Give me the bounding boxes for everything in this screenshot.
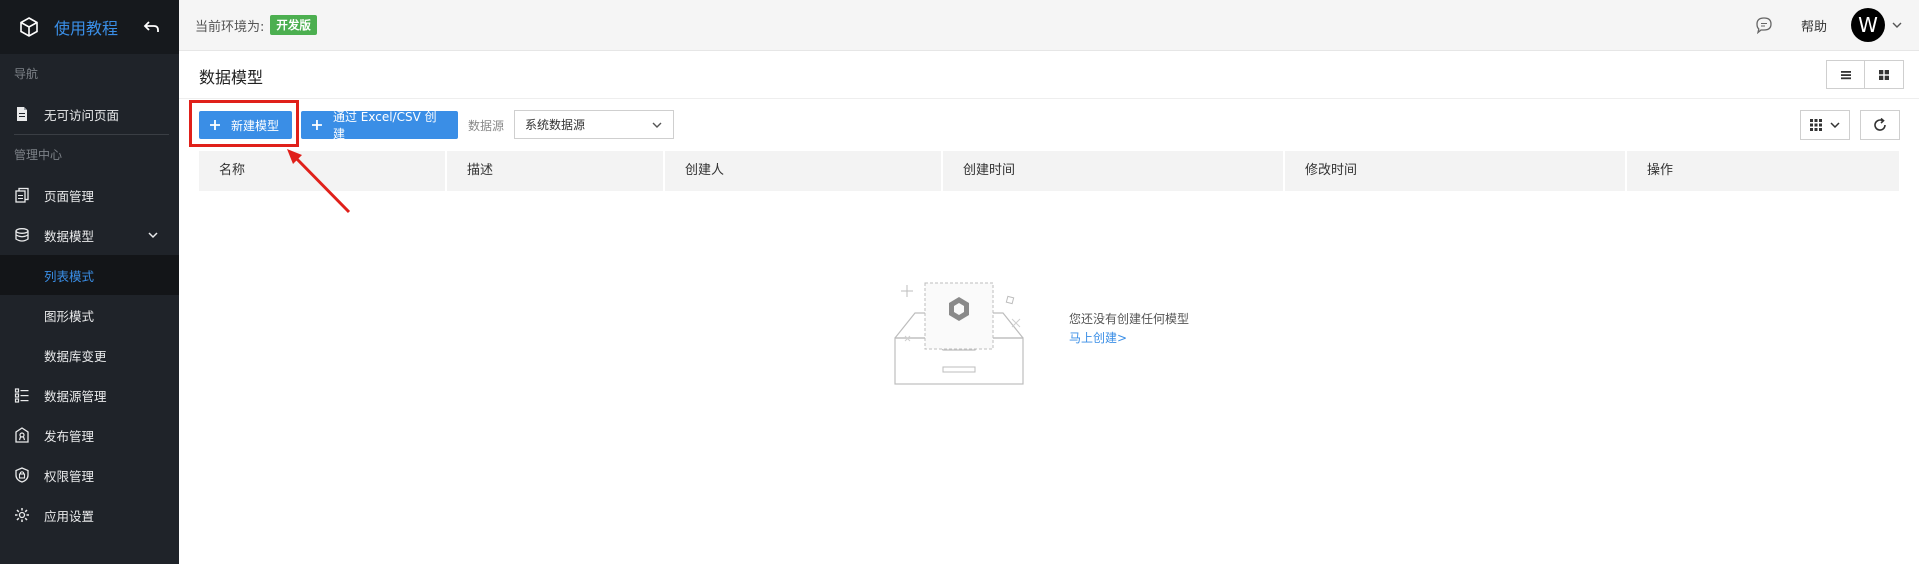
column-header-creator[interactable]: 创建人 [665,151,943,191]
chevron-down-icon [1830,122,1840,129]
file-icon [17,107,27,121]
sidebar-item-data-model[interactable]: 数据模型 [0,215,179,255]
sidebar-item-pages[interactable]: 页面管理 [0,175,179,215]
column-header-modified-time[interactable]: 修改时间 [1285,151,1627,191]
top-right-actions: 帮助 W [1755,8,1903,42]
list-view-button[interactable] [1826,60,1865,89]
shield-icon [15,467,29,483]
list-icon [1840,70,1851,79]
annotation-arrow [287,149,351,214]
sidebar: 使用教程 导航 无可访问页面 管理中心 页面管理 数据模型 列表模式 图形模式 … [0,0,179,564]
sidebar-subitem-db-changes[interactable]: 数据库变更 [0,335,179,375]
datasource-value: 系统数据源 [525,118,586,132]
sidebar-item-permissions[interactable]: 权限管理 [0,455,179,495]
chevron-down-icon[interactable] [147,229,159,241]
sidebar-subitem-graph-mode[interactable]: 图形模式 [0,295,179,335]
top-bar: 当前环境为: 开发版 帮助 W [179,0,1919,51]
table-header: 名称 描述 创建人 创建时间 修改时间 操作 [199,151,1899,191]
empty-box-illustration [894,282,1024,385]
sidebar-item-settings[interactable]: 应用设置 [0,495,179,535]
sidebar-item-publish[interactable]: 发布管理 [0,415,179,455]
view-toggle [1826,60,1904,89]
sidebar-group-admin: 管理中心 [14,148,63,162]
column-header-actions: 操作 [1647,163,1674,178]
chat-icon[interactable] [1755,16,1773,34]
env-label: 当前环境为: [195,19,265,35]
sidebar-item-no-access[interactable]: 无可访问页面 [0,94,179,134]
empty-state-message: 您还没有创建任何模型 [1069,312,1190,326]
sidebar-item-label: 发布管理 [44,428,95,444]
import-label: 通过 Excel/CSV 创建 [332,110,437,141]
apps-grid-icon [1810,119,1822,131]
refresh-icon [1874,117,1886,131]
sidebar-item-datasource[interactable]: 数据源管理 [0,375,179,415]
chevron-down-icon [652,122,662,128]
sidebar-item-label: 页面管理 [44,188,95,204]
chevron-down-icon[interactable] [1891,19,1903,31]
env-badge: 开发版 [270,15,317,35]
datasource-icon [14,388,29,403]
app-title[interactable]: 使用教程 [54,15,143,39]
avatar[interactable]: W [1851,8,1885,42]
pages-icon [15,187,29,203]
sidebar-header: 使用教程 [0,0,179,54]
plus-icon [311,120,322,130]
datasource-label: 数据源 [468,119,505,133]
refresh-button[interactable] [1860,110,1900,140]
column-header-description[interactable]: 描述 [447,151,665,191]
cube-logo-icon [20,17,38,37]
grid-icon [1879,69,1889,80]
column-header-created-time[interactable]: 创建时间 [943,151,1285,191]
sidebar-subitem-list-mode[interactable]: 列表模式 [0,255,179,295]
annotation-highlight-box [189,100,299,147]
sidebar-item-label: 数据模型 [44,228,95,244]
sidebar-item-label: 权限管理 [44,468,95,484]
grid-view-button[interactable] [1865,60,1904,89]
create-now-link[interactable]: 马上创建> [1069,329,1127,346]
page-title: 数据模型 [199,68,264,87]
back-arrow-icon[interactable] [143,18,161,36]
gear-icon [15,508,29,522]
datasource-select[interactable]: 系统数据源 [514,110,674,139]
sidebar-item-label: 应用设置 [44,508,95,524]
database-icon [15,228,29,242]
sidebar-item-label: 数据源管理 [44,388,107,404]
publish-icon [15,427,29,443]
import-excel-csv-button[interactable]: 通过 Excel/CSV 创建 [301,110,458,141]
page-divider [179,98,1919,99]
sidebar-item-label: 无可访问页面 [44,107,120,123]
sidebar-group-nav: 导航 [14,67,39,81]
column-settings-dropdown[interactable] [1800,110,1850,140]
help-link[interactable]: 帮助 [1801,16,1827,35]
